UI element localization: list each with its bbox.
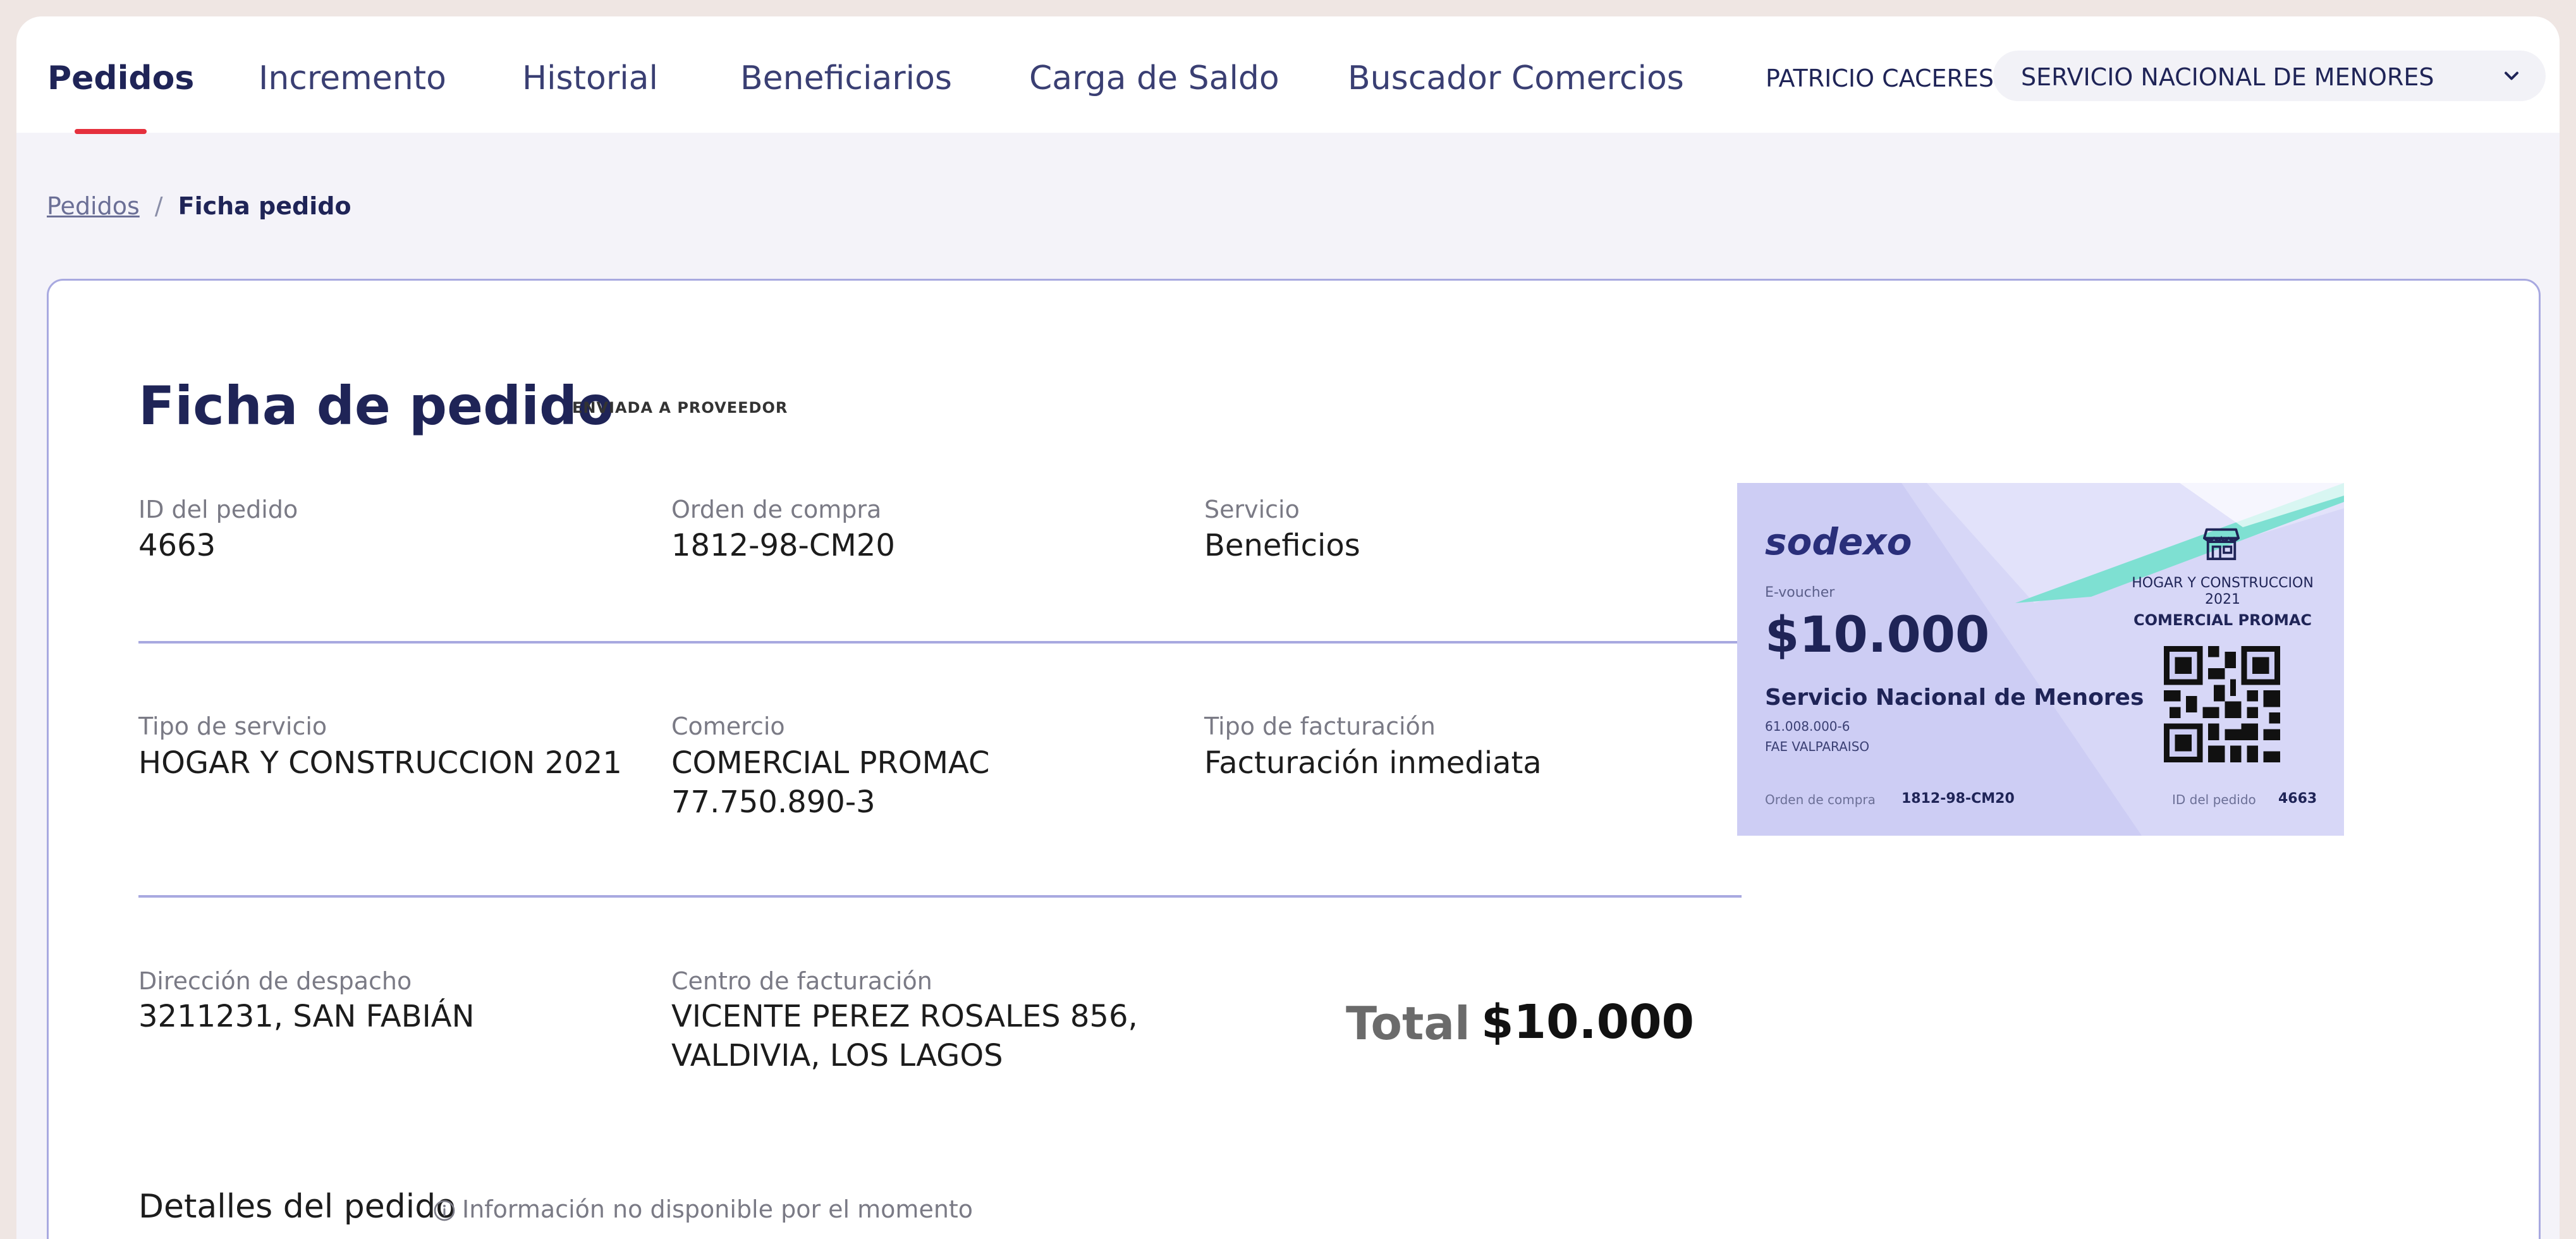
tab-incremento[interactable]: Incremento xyxy=(259,59,446,97)
service-value: Beneficios xyxy=(1204,528,1360,563)
total-label: Total xyxy=(1346,997,1470,1050)
qr-code-icon xyxy=(2164,646,2280,762)
voucher-type: E-voucher xyxy=(1765,585,1835,601)
organization-select[interactable]: SERVICIO NACIONAL DE MENORES xyxy=(1993,51,2546,101)
service-label: Servicio xyxy=(1204,496,1300,523)
service-type-value: HOGAR Y CONSTRUCCION 2021 xyxy=(138,745,622,781)
purchase-order-value: 1812-98-CM20 xyxy=(671,528,895,563)
service-type-label: Tipo de servicio xyxy=(138,712,327,740)
status-badge: ENVIADA A PROVEEDOR xyxy=(572,399,788,417)
dispatch-address-label: Dirección de despacho xyxy=(138,967,412,995)
section-divider xyxy=(138,895,1742,898)
chevron-down-icon xyxy=(2505,71,2518,80)
purchase-order-label: Orden de compra xyxy=(671,496,882,523)
order-details-title: Detalles del pedido xyxy=(138,1188,456,1226)
tab-historial[interactable]: Historial xyxy=(522,59,658,97)
user-name[interactable]: PATRICIO CACERES xyxy=(1766,64,1994,92)
info-icon xyxy=(434,1200,455,1221)
commerce-label: Comercio xyxy=(671,712,785,740)
voucher-commerce: COMERCIAL PROMAC xyxy=(2133,611,2312,629)
billing-type-value: Facturación inmediata xyxy=(1204,745,1542,781)
store-icon xyxy=(2203,528,2240,561)
dispatch-address-value: 3211231, SAN FABIÁN xyxy=(138,999,475,1034)
voucher-preview: sodexo E-voucher $10.000 Servicio Nacion… xyxy=(1737,483,2344,836)
organization-select-value: SERVICIO NACIONAL DE MENORES xyxy=(2021,63,2434,91)
billing-center-label: Centro de facturación xyxy=(671,967,932,995)
order-details-note: Información no disponible por el momento xyxy=(462,1195,974,1223)
tab-beneficiarios[interactable]: Beneficiarios xyxy=(740,59,952,97)
app-frame: Pedidos Incremento Historial Beneficiari… xyxy=(16,16,2560,1239)
section-divider xyxy=(138,641,1742,644)
voucher-amount: $10.000 xyxy=(1765,607,1990,664)
billing-center-line1: VICENTE PEREZ ROSALES 856, xyxy=(671,999,1138,1034)
tab-pedidos[interactable]: Pedidos xyxy=(47,59,194,97)
order-card: Ficha de pedido ENVIADA A PROVEEDOR ID d… xyxy=(47,279,2541,1239)
commerce-rut: 77.750.890-3 xyxy=(671,784,876,820)
billing-center-line2: VALDIVIA, LOS LAGOS xyxy=(671,1038,1003,1073)
billing-type-label: Tipo de facturación xyxy=(1204,712,1436,740)
active-tab-indicator xyxy=(75,129,147,134)
total-value: $10.000 xyxy=(1481,995,1695,1049)
voucher-branch: FAE VALPARAISO xyxy=(1765,739,1870,754)
tab-buscador-comercios[interactable]: Buscador Comercios xyxy=(1348,59,1684,97)
order-id-label: ID del pedido xyxy=(138,496,298,523)
order-id-value: 4663 xyxy=(138,528,216,563)
voucher-client-rut: 61.008.000-6 xyxy=(1765,719,1850,734)
voucher-order-id-label: ID del pedido xyxy=(2172,792,2256,807)
sodexo-logo: sodexo xyxy=(1765,520,1912,563)
breadcrumb-current: Ficha pedido xyxy=(178,192,351,220)
top-navigation: Pedidos Incremento Historial Beneficiari… xyxy=(16,16,2560,134)
voucher-client-name: Servicio Nacional de Menores xyxy=(1765,685,2144,711)
voucher-service-type: HOGAR Y CONSTRUCCION 2021 xyxy=(2132,575,2314,607)
voucher-purchase-order-label: Orden de compra xyxy=(1765,792,1876,807)
voucher-purchase-order: 1812-98-CM20 xyxy=(1901,791,2015,807)
page-title: Ficha de pedido xyxy=(138,375,614,437)
breadcrumb: Pedidos / Ficha pedido xyxy=(47,192,351,220)
breadcrumb-separator: / xyxy=(154,192,163,220)
breadcrumb-link-pedidos[interactable]: Pedidos xyxy=(47,192,140,220)
voucher-order-id: 4663 xyxy=(2278,791,2317,807)
commerce-value: COMERCIAL PROMAC xyxy=(671,745,990,781)
tab-carga-de-saldo[interactable]: Carga de Saldo xyxy=(1029,59,1279,97)
